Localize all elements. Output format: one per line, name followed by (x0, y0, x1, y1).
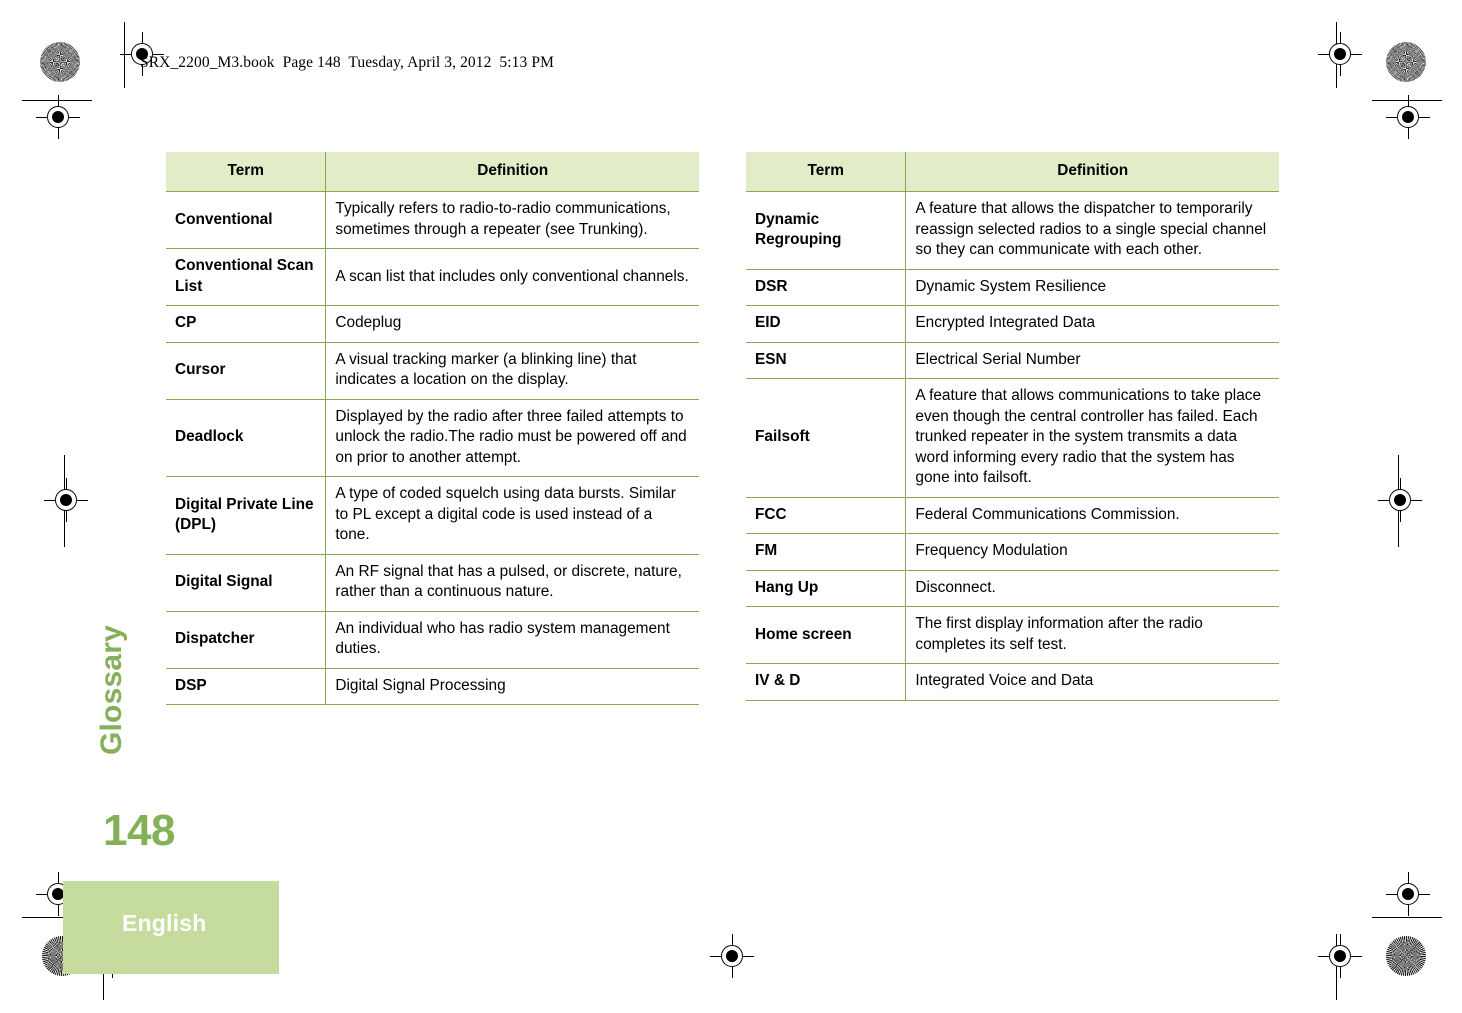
column-header-definition: Definition (325, 152, 699, 192)
term-cell: Conventional Scan List (166, 248, 327, 306)
crop-line-left-middle-vertical (64, 455, 66, 547)
running-head: SRX_2200_M3.book Page 148 Tuesday, April… (140, 54, 554, 71)
term-cell: DSR (746, 268, 907, 306)
table-row: Conventional Typically refers to radio-t… (166, 191, 699, 249)
table-row: ESN Electrical Serial Number (746, 341, 1279, 379)
glossary-table-right-body: Dynamic Regrouping A feature that allows… (746, 191, 1279, 701)
definition-cell: Displayed by the radio after three faile… (325, 398, 699, 477)
term-cell: DSP (166, 667, 327, 706)
term-cell: Home screen (746, 606, 907, 664)
table-row: Home screen The first display informatio… (746, 606, 1279, 664)
table-row: DSR Dynamic System Resilience (746, 268, 1279, 306)
column-header-definition: Definition (905, 152, 1279, 192)
definition-cell: The first display information after the … (905, 606, 1279, 664)
definition-cell: Frequency Modulation (905, 533, 1279, 571)
definition-cell: Typically refers to radio-to-radio commu… (325, 191, 699, 249)
glossary-table-left: Term Definition Conventional Typically r… (166, 152, 699, 706)
glossary-table-right-wrapper: Term Definition Dynamic Regrouping A fea… (746, 152, 1279, 701)
definition-cell: Dynamic System Resilience (905, 268, 1279, 306)
term-cell: FM (746, 533, 907, 571)
crop-line-top-left-vertical (124, 22, 126, 88)
starburst-mark-bottom-right (1386, 936, 1426, 976)
crop-line-right-top-horizontal (1372, 100, 1442, 102)
table-row: Hang Up Disconnect. (746, 569, 1279, 607)
registration-mark-bottom-right (1318, 934, 1362, 978)
definition-cell: An RF signal that has a pulsed, or discr… (325, 553, 699, 612)
crop-line-right-bottom-horizontal (1372, 917, 1442, 919)
definition-cell: A feature that allows the dispatcher to … (905, 191, 1279, 270)
table-row: Digital Private Line (DPL) A type of cod… (166, 476, 699, 555)
term-cell: FCC (746, 496, 907, 534)
table-row: Deadlock Displayed by the radio after th… (166, 398, 699, 477)
registration-mark-top-right (1318, 32, 1362, 76)
table-row: Digital Signal An RF signal that has a p… (166, 553, 699, 612)
crop-line-left-top-horizontal (22, 100, 92, 102)
starburst-mark-top-right (1386, 42, 1426, 82)
term-cell: EID (746, 305, 907, 343)
definition-cell: A visual tracking marker (a blinking lin… (325, 341, 699, 400)
term-cell: Failsoft (746, 378, 907, 498)
registration-mark-right-lower (1386, 872, 1430, 916)
table-row: Cursor A visual tracking marker (a blink… (166, 341, 699, 400)
definition-cell: A feature that allows communications to … (905, 378, 1279, 498)
language-label: English (122, 910, 207, 936)
term-cell: Cursor (166, 341, 327, 400)
term-cell: Conventional (166, 191, 327, 249)
table-header-row: Term Definition (746, 152, 1279, 192)
column-header-term: Term (746, 152, 907, 192)
table-row: CP Codeplug (166, 305, 699, 343)
term-cell: Digital Private Line (DPL) (166, 476, 327, 555)
registration-mark-right-middle (1378, 478, 1422, 522)
chapter-side-tab: Glossary (92, 560, 132, 820)
page-number: 148 (103, 806, 175, 855)
table-row: DSP Digital Signal Processing (166, 667, 699, 706)
table-row: IV & D Integrated Voice and Data (746, 663, 1279, 701)
table-row: EID Encrypted Integrated Data (746, 305, 1279, 343)
definition-cell: Codeplug (325, 305, 699, 343)
term-cell: Deadlock (166, 398, 327, 477)
definition-cell: Federal Communications Commission. (905, 496, 1279, 534)
table-row: Failsoft A feature that allows communica… (746, 378, 1279, 498)
term-cell: Hang Up (746, 569, 907, 607)
term-cell: Dynamic Regrouping (746, 191, 907, 270)
definition-cell: Encrypted Integrated Data (905, 305, 1279, 343)
definition-cell: Integrated Voice and Data (905, 663, 1279, 701)
chapter-side-tab-label: Glossary (95, 624, 129, 756)
definition-cell: An individual who has radio system manag… (325, 610, 699, 669)
table-row: FM Frequency Modulation (746, 533, 1279, 571)
crop-line-top-right-vertical (1336, 22, 1338, 88)
glossary-table-right: Term Definition Dynamic Regrouping A fea… (746, 152, 1279, 701)
term-cell: ESN (746, 341, 907, 379)
registration-mark-right-upper (1386, 95, 1430, 139)
registration-mark-left-middle (44, 478, 88, 522)
term-cell: Dispatcher (166, 610, 327, 669)
definition-cell: A type of coded squelch using data burst… (325, 476, 699, 555)
table-header-row: Term Definition (166, 152, 699, 192)
crop-line-right-middle-vertical (1398, 455, 1400, 547)
table-row: Dynamic Regrouping A feature that allows… (746, 191, 1279, 270)
definition-cell: Disconnect. (905, 569, 1279, 607)
definition-cell: Digital Signal Processing (325, 667, 699, 706)
term-cell: CP (166, 305, 327, 343)
glossary-table-left-wrapper: Term Definition Conventional Typically r… (166, 152, 699, 706)
table-row: Dispatcher An individual who has radio s… (166, 610, 699, 669)
glossary-table-left-body: Conventional Typically refers to radio-t… (166, 191, 699, 706)
definition-cell: Electrical Serial Number (905, 341, 1279, 379)
crop-line-bottom-right-vertical (1336, 934, 1338, 1000)
registration-mark-bottom-center (710, 934, 754, 978)
table-row: Conventional Scan List A scan list that … (166, 248, 699, 306)
term-cell: Digital Signal (166, 553, 327, 612)
column-header-term: Term (166, 152, 327, 192)
starburst-mark-top-left (40, 42, 80, 82)
registration-mark-left-upper (36, 95, 80, 139)
table-row: FCC Federal Communications Commission. (746, 496, 1279, 534)
term-cell: IV & D (746, 663, 907, 701)
definition-cell: A scan list that includes only conventio… (325, 248, 699, 306)
